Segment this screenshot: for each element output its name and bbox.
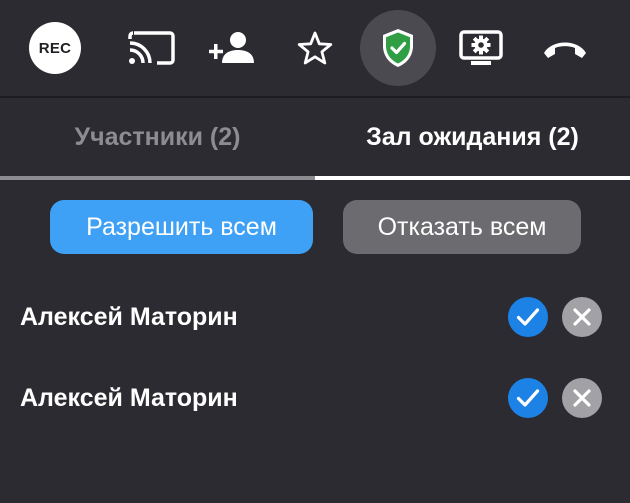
screen-settings-icon <box>459 30 503 65</box>
record-button[interactable]: REC <box>17 10 93 86</box>
check-icon <box>516 389 540 407</box>
admit-button[interactable] <box>508 378 548 418</box>
close-icon <box>573 308 591 326</box>
tab-participants-label: Участники (2) <box>74 122 241 151</box>
tabs: Участники (2) Зал ожидания (2) <box>0 98 630 180</box>
reject-button[interactable] <box>562 297 602 337</box>
cast-icon <box>128 31 175 65</box>
star-icon <box>297 31 333 65</box>
toolbar: REC <box>0 0 630 96</box>
end-call-button[interactable] <box>527 10 603 86</box>
tab-participants[interactable]: Участники (2) <box>0 98 315 180</box>
add-user-icon <box>209 32 254 63</box>
shield-check-icon <box>383 29 413 67</box>
check-icon <box>516 308 540 326</box>
waiting-list-item: Алексей Маторин <box>0 368 630 428</box>
add-user-button[interactable] <box>194 10 270 86</box>
screen-settings-button[interactable] <box>443 10 519 86</box>
allow-all-button[interactable]: Разрешить всем <box>50 200 313 254</box>
tab-waiting-room[interactable]: Зал ожидания (2) <box>315 98 630 180</box>
favorite-button[interactable] <box>277 10 353 86</box>
cast-button[interactable] <box>113 10 189 86</box>
deny-all-button[interactable]: Отказать всем <box>343 200 581 254</box>
record-icon: REC <box>29 22 81 74</box>
tab-participants-underline <box>0 176 315 180</box>
tab-waiting-room-underline <box>315 176 630 180</box>
close-icon <box>573 389 591 407</box>
security-button[interactable] <box>360 10 436 86</box>
admit-button[interactable] <box>508 297 548 337</box>
participant-name: Алексей Маторин <box>20 302 238 331</box>
record-label: REC <box>38 39 72 57</box>
participant-name: Алексей Маторин <box>20 383 238 412</box>
end-call-icon <box>544 42 586 58</box>
tab-waiting-room-label: Зал ожидания (2) <box>366 122 579 151</box>
reject-button[interactable] <box>562 378 602 418</box>
waiting-list-item: Алексей Маторин <box>0 287 630 347</box>
